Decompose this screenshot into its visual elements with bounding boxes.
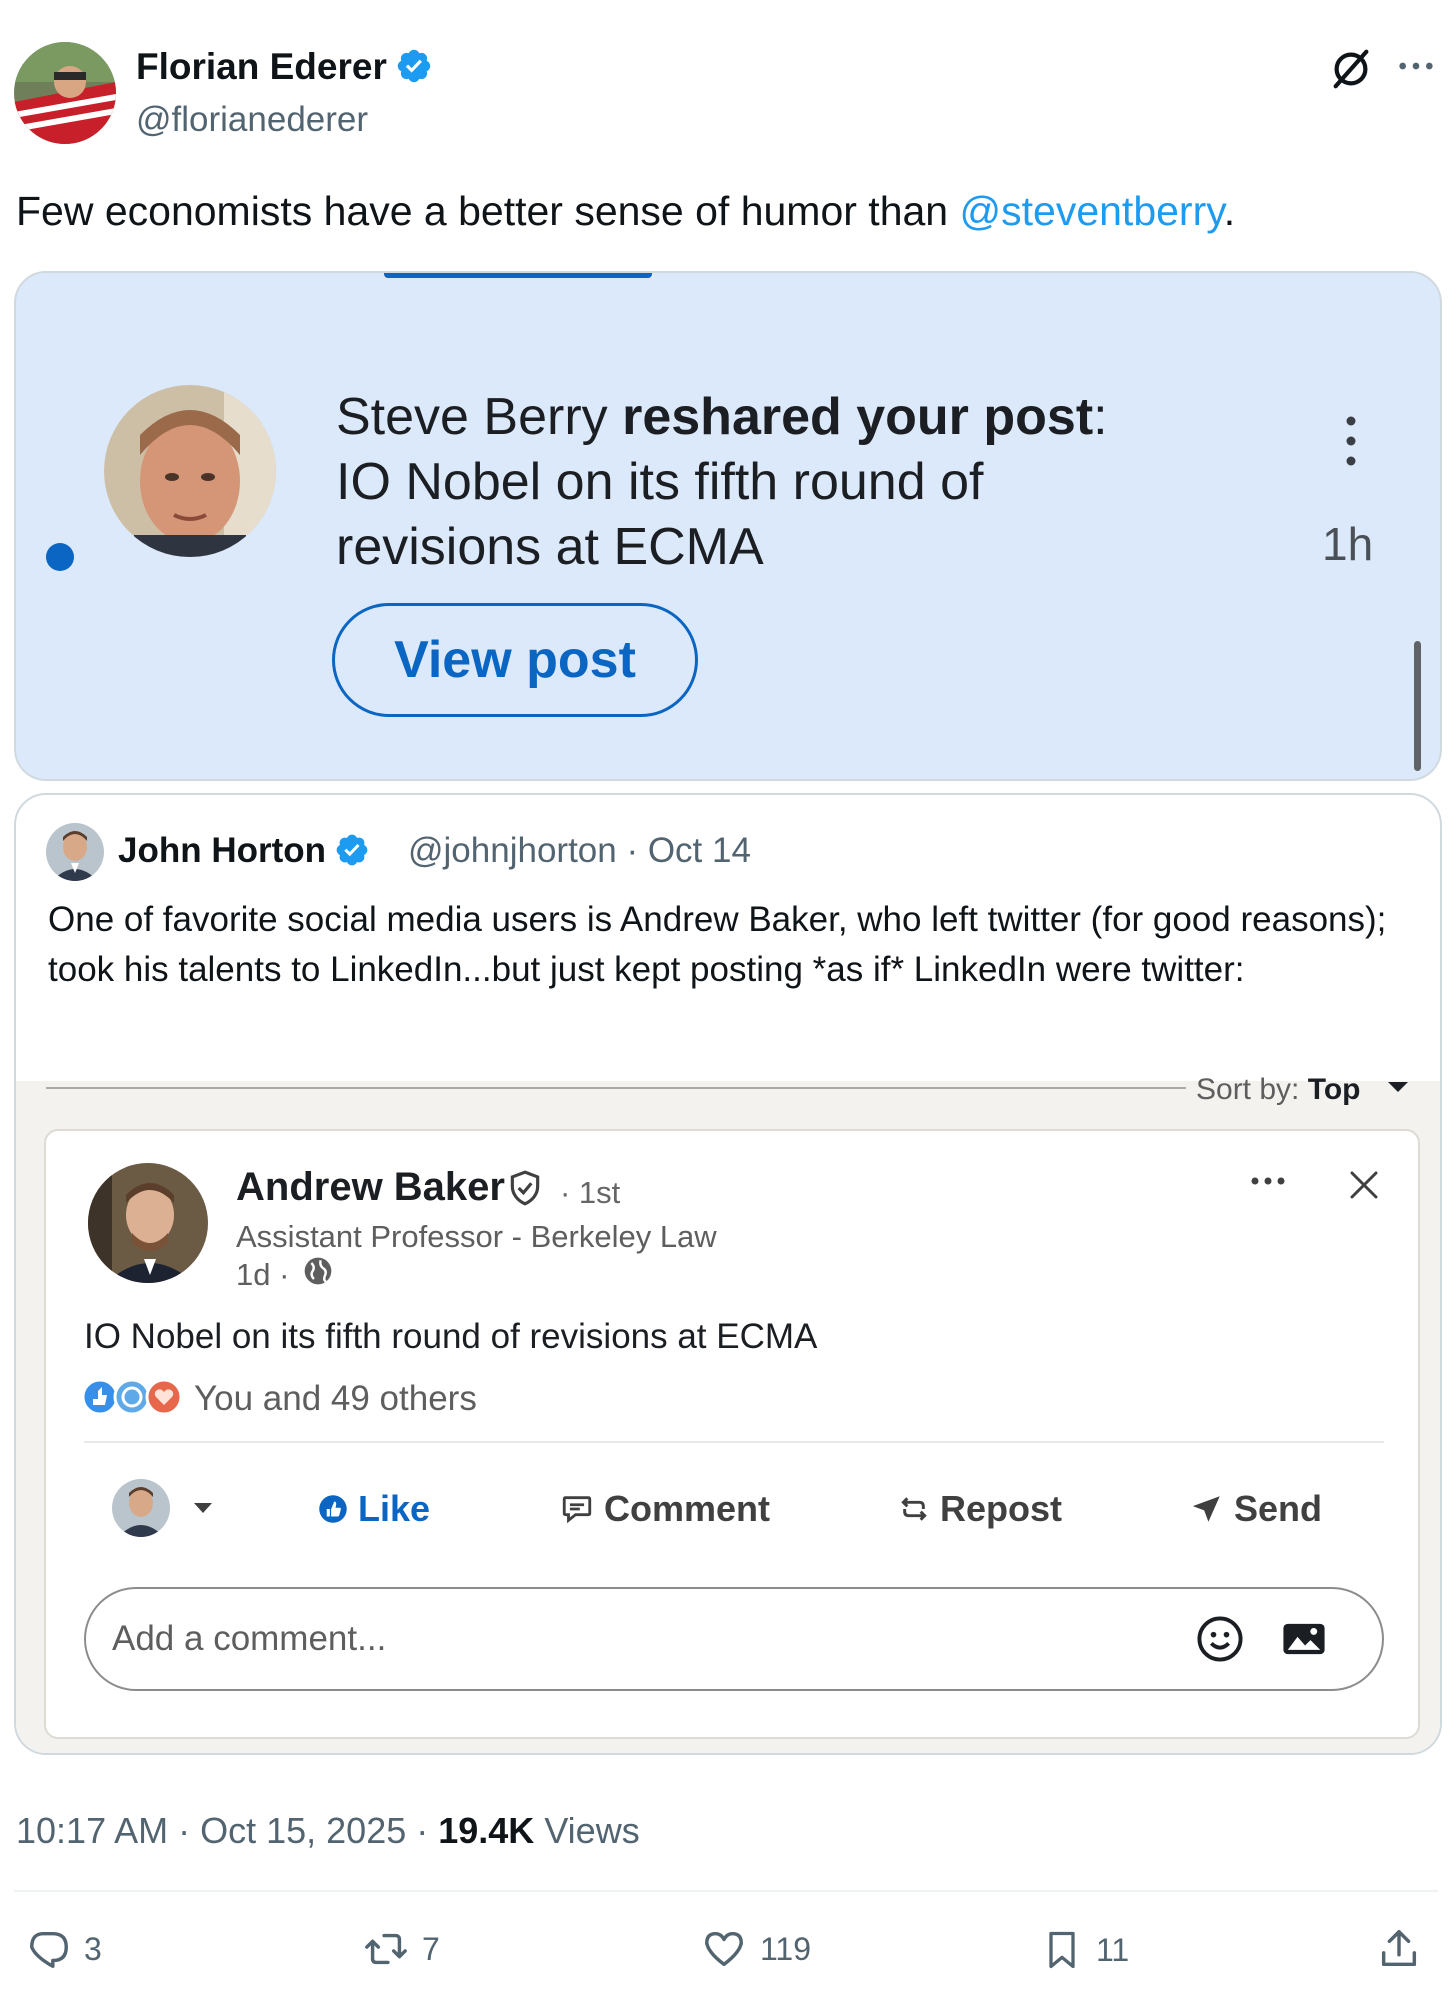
caret-down-icon xyxy=(192,1501,214,1515)
sort-label: Sort by: Top xyxy=(1196,1073,1361,1106)
quoted-author-name: John Horton xyxy=(118,831,370,871)
scrollbar xyxy=(1414,641,1421,771)
linkedin-post-card: Andrew Baker · 1st Assistant Professor -… xyxy=(44,1129,1420,1739)
share-button[interactable] xyxy=(1376,1926,1422,1972)
repost-icon xyxy=(901,1497,927,1521)
quoted-tweet[interactable]: John Horton @johnjhorton · Oct 14 One of… xyxy=(14,793,1442,1755)
verified-badge-icon xyxy=(395,47,433,85)
notification-top-indicator xyxy=(384,273,652,278)
tweet-text: Few economists have a better sense of hu… xyxy=(16,188,1236,234)
linkedin-divider xyxy=(84,1441,1384,1443)
caret-down-icon xyxy=(1386,1079,1410,1095)
views-count: 19.4K xyxy=(438,1810,535,1851)
linkedin-repost-button: Repost xyxy=(898,1477,1062,1541)
view-post-button: View post xyxy=(332,603,698,717)
image-icon xyxy=(1278,1613,1330,1665)
linkedin-author-headline: Assistant Professor - Berkeley Law xyxy=(236,1219,717,1254)
like-count: 119 xyxy=(760,1930,812,1967)
notification-menu-icon xyxy=(1342,413,1360,469)
linkedin-author-name: Andrew Baker xyxy=(236,1165,505,1209)
heart-icon xyxy=(705,1931,743,1967)
author-handle[interactable]: @florianederer xyxy=(136,100,368,140)
share-icon xyxy=(1381,1930,1417,1967)
tweet-media-image[interactable]: Steve Berry reshared your post: IO Nobel … xyxy=(14,271,1442,781)
thumbs-up-icon xyxy=(319,1495,347,1523)
comment-icon xyxy=(562,1496,592,1524)
reaction-count: You and 49 others xyxy=(194,1379,477,1418)
viewer-avatar xyxy=(112,1479,170,1537)
quoted-tweet-text: One of favorite social media users is An… xyxy=(48,900,1387,989)
reply-count: 3 xyxy=(84,1930,102,1967)
linkedin-post-time: 1d · xyxy=(236,1257,290,1292)
linkedin-comment-button: Comment xyxy=(560,1477,770,1541)
more-options-icon[interactable] xyxy=(1396,46,1436,86)
author-name[interactable]: Florian Ederer xyxy=(136,46,433,88)
linkedin-comment-input: Add a comment... xyxy=(84,1587,1384,1691)
footer-divider xyxy=(14,1890,1438,1892)
linkedin-like-button: Like xyxy=(318,1477,430,1541)
like-button[interactable]: 119 xyxy=(700,1926,811,1972)
repost-count: 7 xyxy=(422,1930,440,1967)
author-avatar[interactable] xyxy=(14,42,116,144)
bookmark-icon xyxy=(1049,1931,1075,1969)
repost-icon xyxy=(365,1933,407,1965)
tweet-timestamp[interactable]: 10:17 AM · Oct 15, 2025 · xyxy=(16,1810,438,1851)
reaction-icons xyxy=(80,1377,192,1417)
notification-time: 1h xyxy=(1322,518,1374,570)
repost-button[interactable]: 7 xyxy=(362,1926,440,1972)
reply-button[interactable]: 3 xyxy=(26,1926,102,1972)
quoted-media-image: Sort by: Top Andrew Baker · 1st Assistan… xyxy=(16,1073,1440,1753)
quoted-author-avatar xyxy=(46,823,104,881)
emoji-icon xyxy=(1194,1613,1246,1665)
linkedin-author-avatar xyxy=(88,1163,208,1283)
linkedin-post-text: IO Nobel on its fifth round of revisions… xyxy=(84,1317,818,1356)
globe-icon xyxy=(302,1255,334,1287)
mention-link[interactable]: @steventberry xyxy=(960,188,1224,234)
unread-dot xyxy=(46,543,74,571)
notification-avatar xyxy=(104,385,276,557)
verified-badge-icon xyxy=(334,832,370,868)
grok-icon[interactable] xyxy=(1328,46,1374,92)
connection-degree: · 1st xyxy=(560,1175,621,1210)
send-icon xyxy=(1192,1496,1220,1522)
tweet-meta: 10:17 AM · Oct 15, 2025 · 19.4K Views xyxy=(16,1810,640,1851)
verification-shield-icon xyxy=(506,1169,544,1207)
close-icon xyxy=(1348,1169,1380,1201)
notification-text: Steve Berry reshared your post: IO Nobel … xyxy=(336,388,1108,576)
comment-placeholder: Add a comment... xyxy=(112,1619,387,1658)
sort-divider xyxy=(46,1087,1186,1089)
linkedin-post-menu-icon xyxy=(1250,1175,1286,1187)
bookmark-count: 11 xyxy=(1096,1931,1130,1968)
quoted-author-handle-date: @johnjhorton · Oct 14 xyxy=(408,831,751,870)
linkedin-send-button: Send xyxy=(1190,1477,1322,1541)
reply-icon xyxy=(30,1931,68,1968)
bookmark-button[interactable]: 11 xyxy=(1040,1926,1129,1974)
